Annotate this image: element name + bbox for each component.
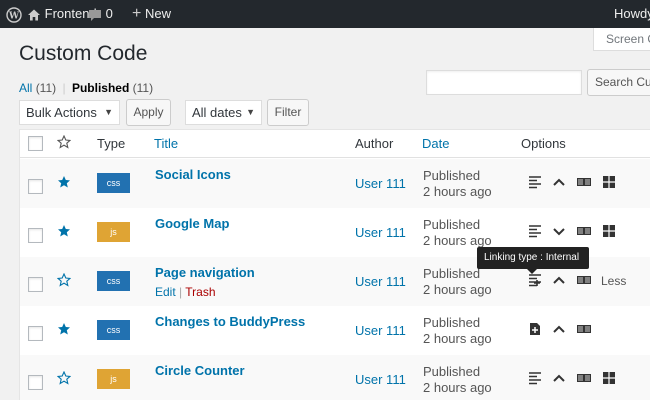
howdy-account-link[interactable]: Howdy [614,0,650,28]
type-badge: js [97,369,130,389]
column-date[interactable]: Date [422,136,449,151]
status-text: Published [423,168,481,183]
align-left-icon[interactable] [528,224,542,238]
screen-options-button[interactable]: Screen Options [593,28,650,51]
new-label: New [144,6,171,21]
comments-link[interactable]: 0 [88,0,113,28]
time-text: 2 hours ago [423,282,492,297]
star-outline-icon[interactable] [57,135,71,149]
status-text: Published [423,217,481,232]
new-content-link[interactable]: + New [132,0,171,28]
table-header: Type Title Author Date Options [20,130,650,158]
bulk-actions-value: Bulk Actions [26,105,97,120]
star-filled-icon[interactable] [57,175,71,189]
code-title-link[interactable]: Google Map [155,216,229,231]
chevron-up-icon[interactable] [552,175,566,189]
status-text: Published [423,266,481,281]
chevron-down-icon[interactable] [552,224,566,238]
code-title-link[interactable]: Changes to BuddyPress [155,314,305,329]
search-input[interactable] [426,70,582,95]
align-left-icon[interactable] [528,371,542,385]
code-title-link[interactable]: Page navigation [155,265,255,280]
linking-type-icon[interactable] [528,273,542,287]
desktop-layout-icon[interactable] [576,273,592,287]
svg-text:W: W [8,11,20,21]
apply-button[interactable]: Apply [126,99,171,126]
type-badge: js [97,222,130,242]
less-toggle-link[interactable]: Less [601,274,626,288]
type-badge: css [97,271,130,291]
grid-icon[interactable] [602,224,616,238]
column-type: Type [97,136,126,151]
row-action-separator: | [179,285,183,299]
comment-icon [89,9,101,21]
author-link[interactable]: User 111 [355,176,406,191]
star-filled-icon[interactable] [57,224,71,238]
bulk-actions-select[interactable]: Bulk Actions ▼ [19,100,120,125]
code-title-link[interactable]: Circle Counter [155,363,245,378]
filter-all-link[interactable]: All (11) [19,81,56,95]
table-row: css Changes to BuddyPress User 111 Publi… [20,306,650,355]
dropdown-caret-icon: ▼ [246,107,255,117]
page-title: Custom Code [19,42,148,65]
row-checkbox[interactable] [28,326,43,341]
time-text: 2 hours ago [423,233,492,248]
dropdown-caret-icon: ▼ [104,107,113,117]
author-link[interactable]: User 111 [355,372,406,387]
desktop-layout-icon[interactable] [576,322,592,336]
select-all-checkbox[interactable] [28,136,43,151]
add-file-icon[interactable] [528,322,542,336]
row-actions: Edit | Trash [155,285,216,299]
row-checkbox[interactable] [28,179,43,194]
row-checkbox[interactable] [28,375,43,390]
row-checkbox[interactable] [28,228,43,243]
author-link[interactable]: User 111 [355,274,406,289]
table-row: css Social Icons User 111 Published 2 ho… [20,159,650,208]
dates-select[interactable]: All dates ▼ [185,100,262,125]
admin-bar: W Frontend 0 + New Howdy [0,0,650,28]
grid-icon[interactable] [602,371,616,385]
column-title[interactable]: Title [154,136,178,151]
trash-link[interactable]: Trash [185,285,215,299]
wordpress-logo-icon[interactable]: W [6,0,22,28]
code-title-link[interactable]: Social Icons [155,167,231,182]
type-badge: css [97,320,130,340]
tooltip-arrow [527,269,537,274]
comments-count: 0 [105,6,113,21]
site-name-link[interactable]: Frontend [27,0,97,28]
filter-button[interactable]: Filter [267,99,309,126]
time-text: 2 hours ago [423,380,492,395]
filter-published-link[interactable]: Published (11) [72,81,153,95]
author-link[interactable]: User 111 [355,323,406,338]
time-text: 2 hours ago [423,184,492,199]
type-badge: css [97,173,130,193]
author-link[interactable]: User 111 [355,225,406,240]
plus-icon: + [132,5,142,22]
dates-value: All dates [192,105,242,120]
linking-type-tooltip: Linking type : Internal [477,247,589,269]
desktop-layout-icon[interactable] [576,224,592,238]
star-outline-icon[interactable] [57,371,71,385]
home-icon [28,9,40,21]
status-text: Published [423,364,481,379]
star-outline-icon[interactable] [57,273,71,287]
filter-separator: | [62,81,66,95]
desktop-layout-icon[interactable] [576,175,592,189]
row-checkbox[interactable] [28,277,43,292]
search-button[interactable]: Search Custom Code [587,69,650,96]
chevron-up-icon[interactable] [552,273,566,287]
align-left-icon[interactable] [528,175,542,189]
column-options: Options [521,136,566,151]
star-filled-icon[interactable] [57,322,71,336]
time-text: 2 hours ago [423,331,492,346]
table-row: js Circle Counter User 111 Published 2 h… [20,355,650,400]
grid-icon[interactable] [602,175,616,189]
column-author: Author [355,136,394,151]
desktop-layout-icon[interactable] [576,371,592,385]
chevron-up-icon[interactable] [552,322,566,336]
status-text: Published [423,315,481,330]
status-filter-links: All (11) | Published (11) [19,81,153,95]
edit-link[interactable]: Edit [155,285,176,299]
chevron-up-icon[interactable] [552,371,566,385]
